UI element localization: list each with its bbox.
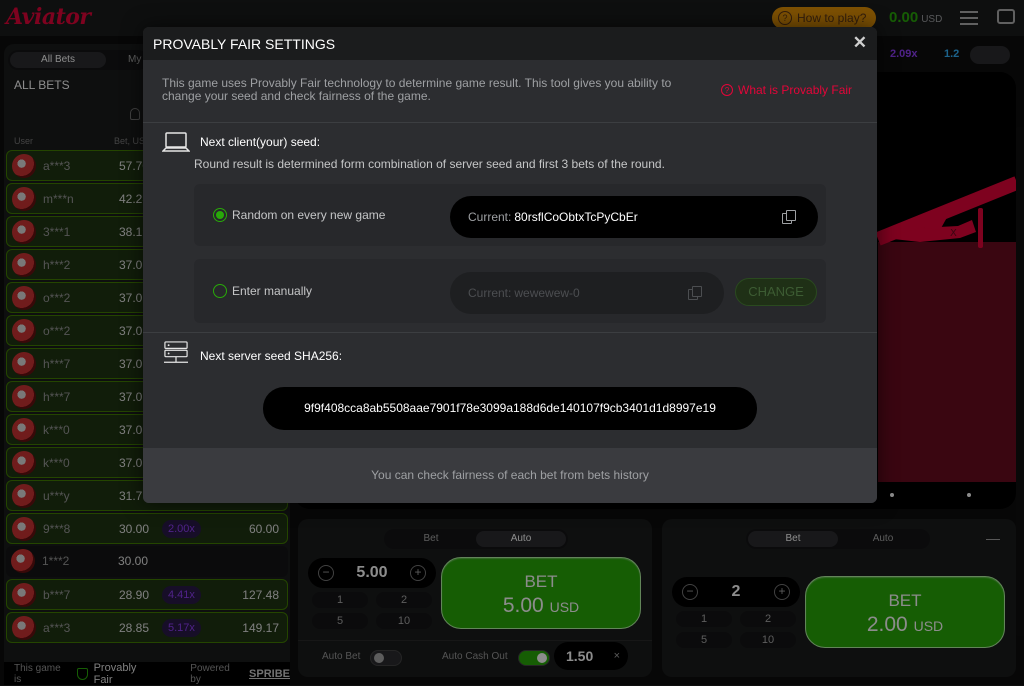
option-manual-label: Enter manually <box>232 284 313 298</box>
current-prefix: Current: <box>468 210 512 224</box>
radio-random[interactable] <box>213 208 227 222</box>
random-seed-value: 80rsflCoObtxTcPyCbEr <box>514 210 638 224</box>
close-icon[interactable]: ✕ <box>853 33 867 53</box>
modal-title: PROVABLY FAIR SETTINGS <box>153 36 336 52</box>
divider <box>143 122 877 123</box>
server-icon <box>164 341 188 363</box>
manual-seed-input[interactable]: Current: wewewew-0 <box>450 272 724 314</box>
modal-header: PROVABLY FAIR SETTINGS ✕ <box>143 27 877 60</box>
laptop-icon <box>162 132 190 152</box>
copy-icon[interactable] <box>782 210 796 224</box>
intro-text: This game uses Provably Fair technology … <box>162 76 672 103</box>
option-random[interactable]: Random on every new game Current: 80rsflC… <box>194 184 826 246</box>
change-seed-button[interactable]: CHANGE <box>735 278 817 306</box>
random-seed-field: Current: 80rsflCoObtxTcPyCbEr <box>450 196 818 238</box>
option-random-label: Random on every new game <box>232 208 386 222</box>
copy-icon[interactable] <box>688 286 702 300</box>
manual-seed-value: wewewew-0 <box>514 286 580 300</box>
what-is-provably-fair-label: What is Provably Fair <box>738 83 853 97</box>
option-manual[interactable]: Enter manually Current: wewewew-0 CHANGE <box>194 259 826 323</box>
divider <box>143 332 877 333</box>
server-seed-title: Next server seed SHA256: <box>200 349 343 363</box>
modal-footer: You can check fairness of each bet from … <box>143 448 877 503</box>
provably-fair-modal: PROVABLY FAIR SETTINGS ✕ This game uses … <box>143 27 877 503</box>
server-seed-hash: 9f9f408cca8ab5508aae7901f78e3099a188d6de… <box>263 387 757 430</box>
radio-manual[interactable] <box>213 284 227 298</box>
client-seed-description: Round result is determined form combinat… <box>194 157 665 171</box>
what-is-provably-fair-link[interactable]: ? What is Provably Fair <box>721 83 852 97</box>
client-seed-title: Next client(your) seed: <box>200 135 321 149</box>
question-icon: ? <box>721 84 733 96</box>
current-prefix: Current: <box>468 286 512 300</box>
